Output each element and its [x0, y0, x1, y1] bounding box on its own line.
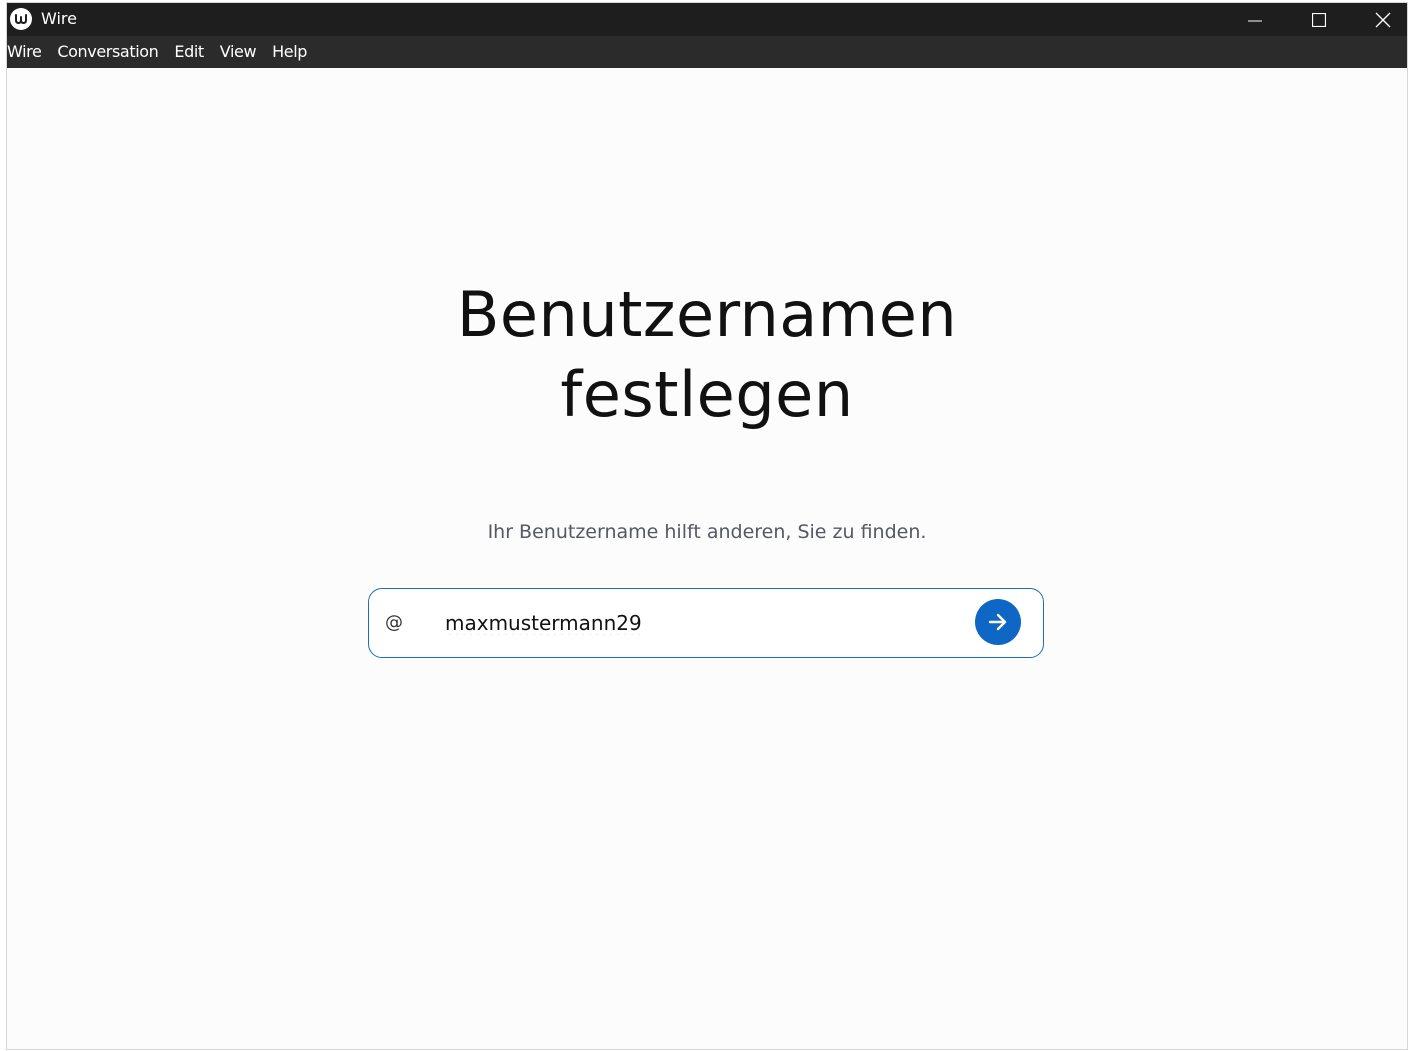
submit-button[interactable] — [975, 599, 1021, 645]
maximize-button[interactable] — [1296, 3, 1342, 36]
menu-wire[interactable]: Wire — [7, 36, 49, 68]
page-title-line-2: festlegen — [560, 358, 854, 431]
title-bar[interactable]: Wire — [7, 3, 1407, 36]
menu-bar: Wire Conversation Edit View Help — [7, 36, 1407, 68]
minimize-icon — [1248, 20, 1262, 21]
window-title: Wire — [41, 9, 77, 28]
minimize-button[interactable] — [1232, 3, 1278, 36]
app-window: Wire Wire Conversation Edit View Help Be… — [7, 3, 1407, 1049]
username-input[interactable] — [445, 609, 965, 637]
username-field: @ — [368, 588, 1044, 658]
arrow-right-icon — [988, 613, 1007, 631]
close-button[interactable] — [1360, 3, 1406, 36]
wire-logo-icon — [10, 8, 32, 30]
at-prefix: @ — [385, 612, 403, 633]
menu-help[interactable]: Help — [264, 36, 315, 68]
page-title-line-1: Benutzernamen — [456, 278, 958, 351]
page-subtitle: Ihr Benutzername hilft anderen, Sie zu f… — [487, 521, 927, 543]
menu-edit[interactable]: Edit — [166, 36, 211, 68]
menu-conversation[interactable]: Conversation — [49, 36, 166, 68]
menu-view[interactable]: View — [212, 36, 264, 68]
maximize-icon — [1312, 12, 1326, 27]
close-icon — [1375, 12, 1391, 27]
page-title: Benutzernamen festlegen — [7, 275, 1407, 435]
